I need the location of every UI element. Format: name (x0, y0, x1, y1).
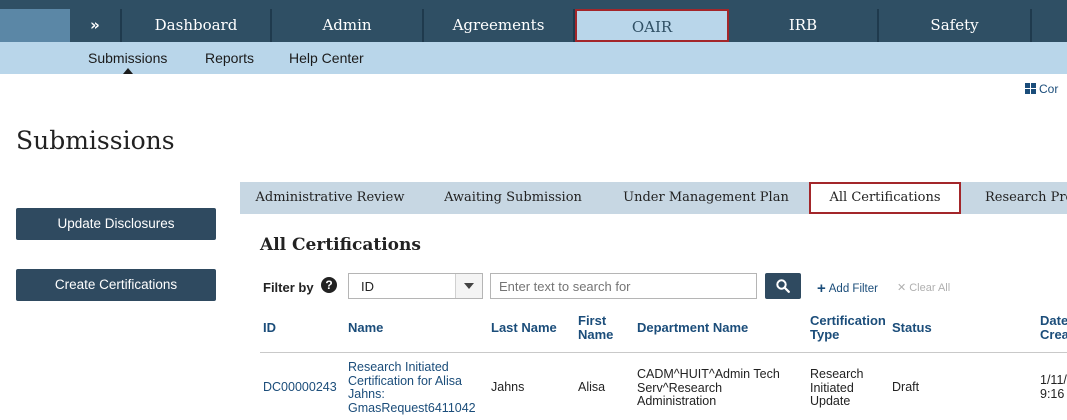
clear-all-label: Clear All (909, 282, 951, 294)
nav-toggle-button[interactable]: » (70, 9, 122, 42)
cell-first-name: Alisa (578, 380, 606, 394)
cell-name-line3: Jahns: (348, 387, 385, 401)
tab-under-management-plan[interactable]: Under Management Plan (606, 182, 806, 214)
tab-irb[interactable]: IRB (729, 9, 879, 42)
cell-type-line1: Research (810, 367, 864, 381)
column-header-date-line2: Crea (1040, 327, 1067, 342)
column-header-id[interactable]: ID (263, 321, 276, 335)
search-button[interactable] (765, 273, 801, 299)
tab-admin[interactable]: Admin (272, 9, 424, 42)
cell-id-link[interactable]: DC00000243 (263, 380, 337, 395)
search-input[interactable] (490, 273, 757, 299)
cell-type-line2: Initiated (810, 380, 854, 395)
cell-date-line2: 9:16 (1040, 386, 1065, 401)
tab-agreements[interactable]: Agreements (424, 9, 575, 42)
add-filter-label: Add Filter (828, 283, 878, 295)
cell-department-line1: CADM^HUIT^Admin Tech (637, 367, 780, 381)
clear-all-button[interactable]: ✕ Clear All (897, 281, 950, 294)
subnav-reports[interactable]: Reports (205, 50, 254, 66)
tab-all-certifications[interactable]: All Certifications (809, 182, 961, 214)
active-indicator-caret (123, 68, 133, 74)
tab-safety[interactable]: Safety (879, 9, 1032, 42)
column-header-certification-type[interactable]: Certification Type (810, 314, 886, 342)
cell-last-name: Jahns (491, 380, 525, 394)
column-header-cert-type-line1: Certification (810, 313, 886, 328)
cell-certification-type: Research Initiated Update (810, 367, 864, 409)
question-circle-icon[interactable]: ? (321, 277, 337, 293)
add-filter-button[interactable]: + Add Filter (817, 280, 878, 297)
column-header-status[interactable]: Status (892, 321, 932, 335)
subnav-help-center[interactable]: Help Center (289, 50, 364, 66)
grid-icon (1025, 83, 1036, 94)
chevron-down-icon (455, 274, 482, 298)
top-nav: » Dashboard Admin Agreements OAIR IRB Sa… (0, 0, 1067, 42)
filter-field-value: ID (361, 279, 374, 294)
column-header-last-name[interactable]: Last Name (491, 321, 557, 335)
cell-department-line2: Serv^Research (637, 380, 723, 395)
corner-link-label: Cor (1039, 82, 1059, 96)
column-header-first-name-line1: First (578, 313, 607, 328)
column-header-first-name-line2: Name (578, 327, 614, 342)
search-icon (776, 279, 790, 293)
header-divider (260, 352, 1067, 353)
column-header-first-name[interactable]: First Name (578, 314, 613, 342)
certification-tabs: Administrative Review Awaiting Submissio… (240, 182, 1067, 215)
cell-date-created: 1/11/ 9:16 (1040, 373, 1067, 401)
column-header-date-line1: Date (1040, 313, 1067, 328)
cell-status: Draft (892, 380, 920, 394)
tab-overflow[interactable] (1032, 9, 1067, 42)
column-header-date-created[interactable]: Date Crea (1040, 314, 1067, 342)
top-nav-left-spacer (0, 9, 70, 42)
page-title: Submissions (16, 126, 175, 155)
update-disclosures-button[interactable]: Update Disclosures (16, 208, 216, 240)
tab-awaiting-submission[interactable]: Awaiting Submission (420, 182, 606, 214)
cell-name-line4: GmasRequest6411042 (348, 400, 476, 415)
section-title: All Certifications (260, 235, 421, 255)
tab-dashboard[interactable]: Dashboard (122, 9, 272, 42)
column-header-name[interactable]: Name (348, 321, 383, 335)
cell-name-link[interactable]: Research Initiated Certification for Ali… (348, 360, 476, 415)
close-icon: ✕ (897, 282, 907, 294)
tab-oair[interactable]: OAIR (575, 9, 729, 42)
cell-type-line3: Update (810, 394, 851, 408)
filter-field-select[interactable]: ID (348, 273, 483, 299)
cell-date-line1: 1/11/ (1040, 373, 1067, 387)
column-header-cert-type-line2: Type (810, 327, 840, 342)
cell-name-line2: Certification for Alisa (348, 373, 462, 388)
column-header-department[interactable]: Department Name (637, 321, 748, 335)
sub-nav: Submissions Reports Help Center (0, 42, 1067, 74)
cell-name-line1: Research Initiated (348, 360, 449, 374)
corner-link[interactable]: Cor (1025, 82, 1058, 96)
tab-research-pro[interactable]: Research Pro (985, 182, 1067, 214)
cell-department-line3: Administration (637, 394, 717, 408)
cell-department: CADM^HUIT^Admin Tech Serv^Research Admin… (637, 367, 780, 409)
plus-icon: + (817, 280, 826, 297)
tab-administrative-review[interactable]: Administrative Review (240, 182, 420, 214)
subnav-submissions[interactable]: Submissions (88, 50, 167, 66)
create-certifications-button[interactable]: Create Certifications (16, 269, 216, 301)
filter-by-label: Filter by (263, 280, 314, 295)
